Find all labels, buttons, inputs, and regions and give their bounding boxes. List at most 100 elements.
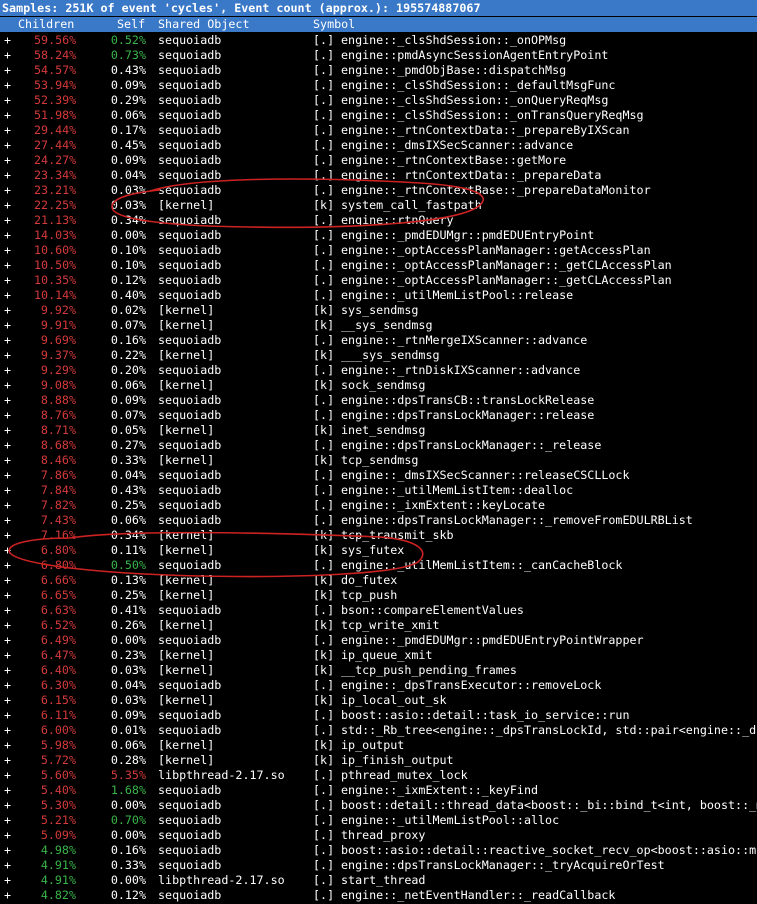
expand-toggle[interactable]: + (4, 708, 11, 723)
report-row[interactable]: +23.34% 0.04% sequoiadb [.] engine::_rtnCont… (0, 168, 757, 183)
report-row[interactable]: +9.08% 0.06% [kernel] [k] sock_sendmsg (0, 378, 757, 393)
expand-toggle[interactable]: + (4, 258, 11, 273)
expand-toggle[interactable]: + (4, 573, 11, 588)
report-row[interactable]: +8.68% 0.27% sequoiadb [.] engine::dpsTransL… (0, 438, 757, 453)
report-row[interactable]: +7.16% 0.34% [kernel] [k] tcp_transmit_skb (0, 528, 757, 543)
expand-toggle[interactable]: + (4, 348, 11, 363)
expand-toggle[interactable]: + (4, 873, 11, 888)
report-row[interactable]: +7.86% 0.04% sequoiadb [.] engine::_dmsIXSec… (0, 468, 757, 483)
report-row[interactable]: +10.50% 0.10% sequoiadb [.] engine::_optAcce… (0, 258, 757, 273)
expand-toggle[interactable]: + (4, 753, 11, 768)
expand-toggle[interactable]: + (4, 393, 11, 408)
expand-toggle[interactable]: + (4, 408, 11, 423)
report-row[interactable]: +9.91% 0.07% [kernel] [k] __sys_sendmsg (0, 318, 757, 333)
report-row[interactable]: +24.27% 0.09% sequoiadb [.] engine::_rtnCont… (0, 153, 757, 168)
report-row[interactable]: +5.72% 0.28% [kernel] [k] ip_finish_output (0, 753, 757, 768)
report-row[interactable]: +52.39% 0.29% sequoiadb [.] engine::_clsShdS… (0, 93, 757, 108)
expand-toggle[interactable]: + (4, 723, 11, 738)
report-row[interactable]: +53.94% 0.09% sequoiadb [.] engine::_clsShdS… (0, 78, 757, 93)
report-row[interactable]: +27.44% 0.45% sequoiadb [.] engine::_dmsIXSe… (0, 138, 757, 153)
expand-toggle[interactable]: + (4, 318, 11, 333)
report-row[interactable]: +6.15% 0.03% [kernel] [k] ip_local_out_sk (0, 693, 757, 708)
expand-toggle[interactable]: + (4, 813, 11, 828)
report-row[interactable]: +9.92% 0.02% [kernel] [k] sys_sendmsg (0, 303, 757, 318)
report-row[interactable]: +9.29% 0.20% sequoiadb [.] engine::_rtnDiskI… (0, 363, 757, 378)
expand-toggle[interactable]: + (4, 498, 11, 513)
expand-toggle[interactable]: + (4, 513, 11, 528)
header-children[interactable]: Children (18, 17, 74, 32)
expand-toggle[interactable]: + (4, 693, 11, 708)
expand-toggle[interactable]: + (4, 273, 11, 288)
report-row[interactable]: +6.40% 0.03% [kernel] [k] __tcp_push_pending… (0, 663, 757, 678)
expand-toggle[interactable]: + (4, 768, 11, 783)
expand-toggle[interactable]: + (4, 633, 11, 648)
expand-toggle[interactable]: + (4, 588, 11, 603)
report-row[interactable]: +59.56% 0.52% sequoiadb [.] engine::_clsShdS… (0, 33, 757, 48)
report-row[interactable]: +5.98% 0.06% [kernel] [k] ip_output (0, 738, 757, 753)
expand-toggle[interactable]: + (4, 243, 11, 258)
report-row[interactable]: +58.24% 0.73% sequoiadb [.] engine::pmdAsync… (0, 48, 757, 63)
report-row[interactable]: +9.69% 0.16% sequoiadb [.] engine::_rtnMerge… (0, 333, 757, 348)
report-row[interactable]: +4.82% 0.12% sequoiadb [.] engine::_netEvent… (0, 888, 757, 903)
expand-toggle[interactable]: + (4, 138, 11, 153)
expand-toggle[interactable]: + (4, 843, 11, 858)
report-row[interactable]: +5.30% 0.00% sequoiadb [.] boost::detail::th… (0, 798, 757, 813)
report-row[interactable]: +6.66% 0.13% [kernel] [k] do_futex (0, 573, 757, 588)
expand-toggle[interactable]: + (4, 93, 11, 108)
report-row[interactable]: +5.21% 0.70% sequoiadb [.] engine::_utilMemL… (0, 813, 757, 828)
expand-toggle[interactable]: + (4, 798, 11, 813)
expand-toggle[interactable]: + (4, 228, 11, 243)
report-row[interactable]: +29.44% 0.17% sequoiadb [.] engine::_rtnCont… (0, 123, 757, 138)
expand-toggle[interactable]: + (4, 183, 11, 198)
expand-toggle[interactable]: + (4, 108, 11, 123)
report-row[interactable]: +6.80% 0.50% sequoiadb [.] engine::_utilMemL… (0, 558, 757, 573)
expand-toggle[interactable]: + (4, 483, 11, 498)
header-shared-object[interactable]: Shared Object (158, 17, 249, 32)
report-row[interactable]: +7.43% 0.06% sequoiadb [.] engine::dpsTransL… (0, 513, 757, 528)
expand-toggle[interactable]: + (4, 423, 11, 438)
report-row[interactable]: +10.60% 0.10% sequoiadb [.] engine::_optAcce… (0, 243, 757, 258)
report-row[interactable]: +10.35% 0.12% sequoiadb [.] engine::_optAcce… (0, 273, 757, 288)
expand-toggle[interactable]: + (4, 528, 11, 543)
expand-toggle[interactable]: + (4, 333, 11, 348)
report-row[interactable]: +6.49% 0.00% sequoiadb [.] engine::_pmdEDUMg… (0, 633, 757, 648)
expand-toggle[interactable]: + (4, 648, 11, 663)
report-row[interactable]: +8.71% 0.05% [kernel] [k] inet_sendmsg (0, 423, 757, 438)
report-row[interactable]: +8.88% 0.09% sequoiadb [.] engine::dpsTransC… (0, 393, 757, 408)
expand-toggle[interactable]: + (4, 828, 11, 843)
expand-toggle[interactable]: + (4, 153, 11, 168)
report-row[interactable]: +6.52% 0.26% [kernel] [k] tcp_write_xmit (0, 618, 757, 633)
report-row[interactable]: +14.03% 0.00% sequoiadb [.] engine::_pmdEDUM… (0, 228, 757, 243)
report-row[interactable]: +5.09% 0.00% sequoiadb [.] thread_proxy (0, 828, 757, 843)
report-row[interactable]: +10.14% 0.40% sequoiadb [.] engine::_utilMem… (0, 288, 757, 303)
expand-toggle[interactable]: + (4, 288, 11, 303)
expand-toggle[interactable]: + (4, 783, 11, 798)
expand-toggle[interactable]: + (4, 678, 11, 693)
report-row[interactable]: +21.13% 0.34% sequoiadb [.] engine::rtnQuery (0, 213, 757, 228)
expand-toggle[interactable]: + (4, 738, 11, 753)
report-row[interactable]: +6.80% 0.11% [kernel] [k] sys_futex (0, 543, 757, 558)
expand-toggle[interactable]: + (4, 858, 11, 873)
report-row[interactable]: +8.46% 0.33% [kernel] [k] tcp_sendmsg (0, 453, 757, 468)
expand-toggle[interactable]: + (4, 363, 11, 378)
expand-toggle[interactable]: + (4, 468, 11, 483)
expand-toggle[interactable]: + (4, 33, 11, 48)
expand-toggle[interactable]: + (4, 123, 11, 138)
expand-toggle[interactable]: + (4, 168, 11, 183)
report-row[interactable]: +6.47% 0.23% [kernel] [k] ip_queue_xmit (0, 648, 757, 663)
expand-toggle[interactable]: + (4, 78, 11, 93)
expand-toggle[interactable]: + (4, 543, 11, 558)
report-row[interactable]: +6.65% 0.25% [kernel] [k] tcp_push (0, 588, 757, 603)
header-self[interactable]: Self (117, 17, 145, 32)
expand-toggle[interactable]: + (4, 438, 11, 453)
expand-toggle[interactable]: + (4, 198, 11, 213)
report-row[interactable]: +4.98% 0.16% sequoiadb [.] boost::asio::deta… (0, 843, 757, 858)
expand-toggle[interactable]: + (4, 63, 11, 78)
report-row[interactable]: +5.60% 5.35% libpthread-2.17.so [.] pthread_… (0, 768, 757, 783)
report-row[interactable]: +23.21% 0.03% sequoiadb [.] engine::_rtnCont… (0, 183, 757, 198)
report-row[interactable]: +22.25% 0.03% [kernel] [k] system_call_fastp… (0, 198, 757, 213)
expand-toggle[interactable]: + (4, 558, 11, 573)
report-row[interactable]: +6.00% 0.01% sequoiadb [.] std::_Rb_tree<eng… (0, 723, 757, 738)
report-row[interactable]: +51.98% 0.06% sequoiadb [.] engine::_clsShdS… (0, 108, 757, 123)
report-row[interactable]: +6.30% 0.04% sequoiadb [.] engine::_dpsTrans… (0, 678, 757, 693)
